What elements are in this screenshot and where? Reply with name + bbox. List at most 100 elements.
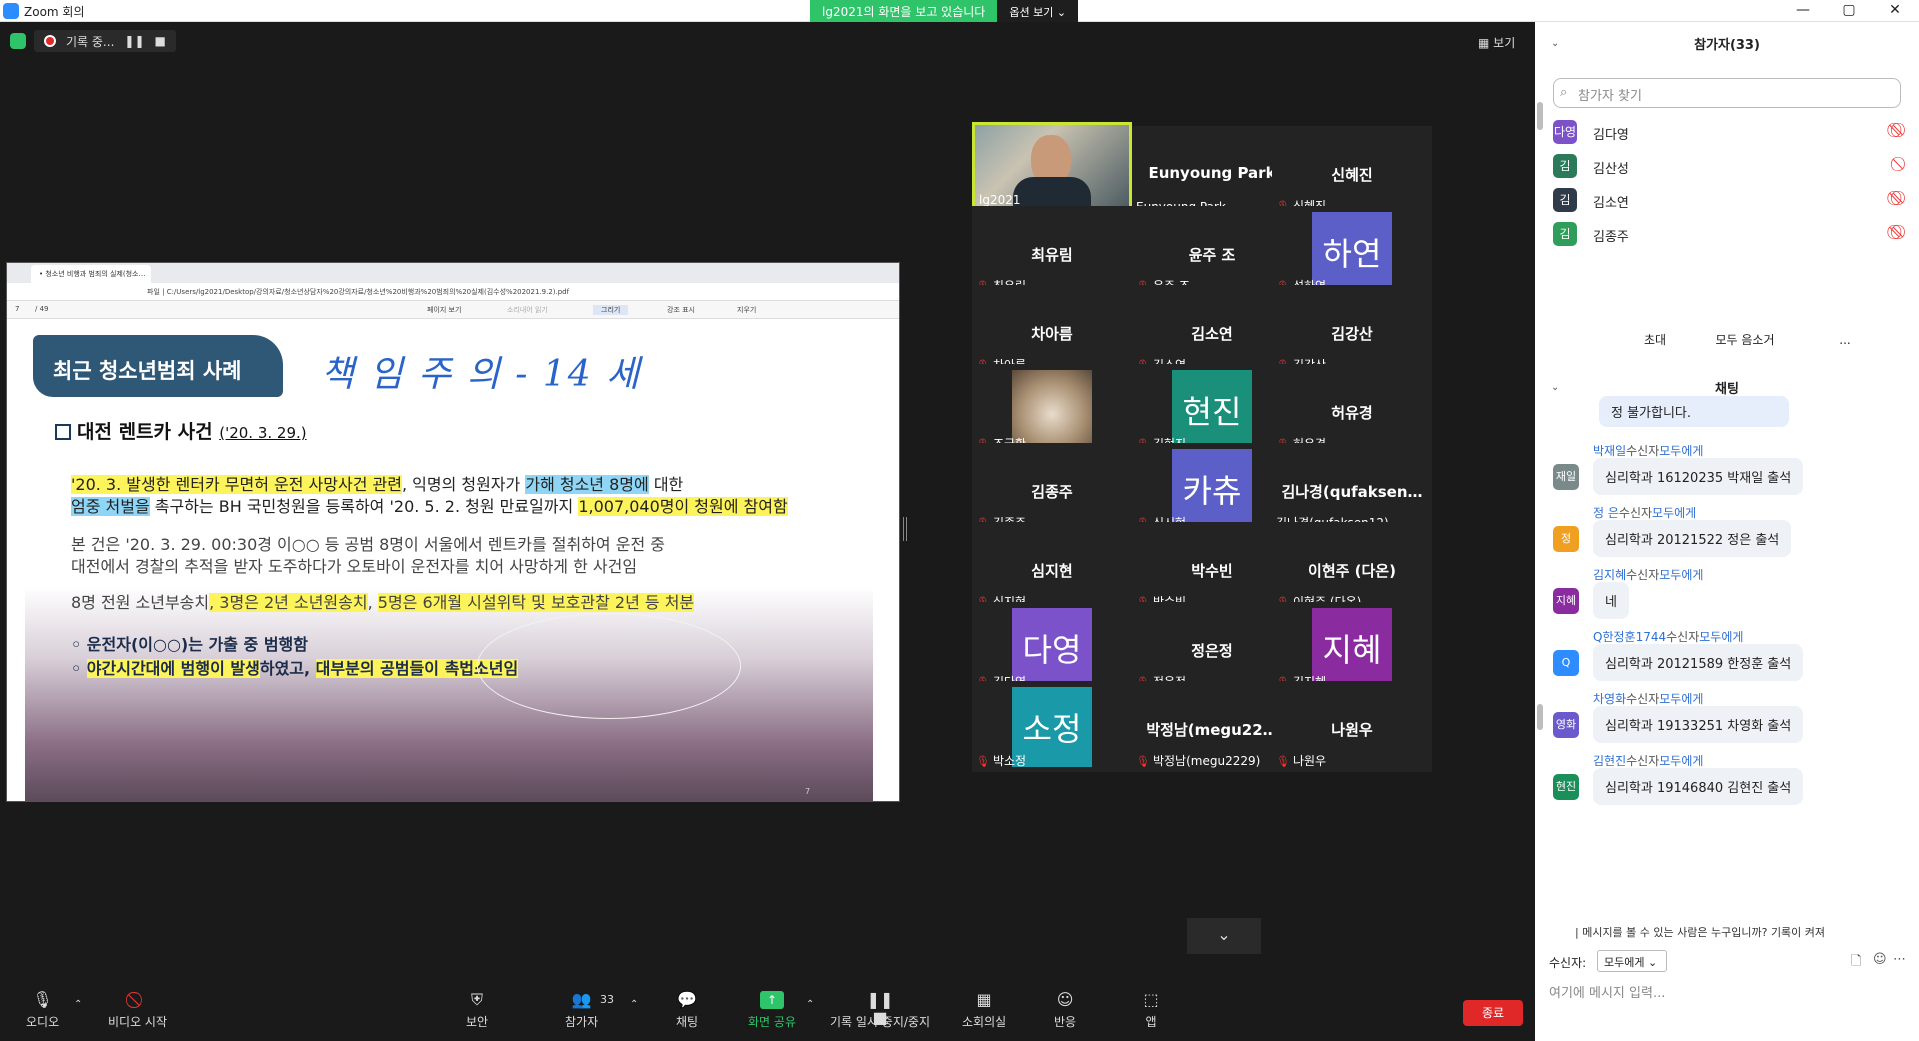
audio-button[interactable]: 🎙 오디오 [26,991,59,1030]
highlight-text: '20. 3. 발생한 렌터카 무면허 운전 사망사건 관련 [71,475,402,494]
meeting-status: 기록 중... ❚❚ ■ [10,30,176,52]
video-tile[interactable]: 나원우 🎙 나원우 [1272,681,1432,772]
plain-text: 하였고, [259,659,316,678]
participants-scrollbar[interactable] [1537,102,1543,130]
muted-mic-icon: 🎙 [976,755,990,768]
video-tile[interactable]: Eunyoung ParkEunyoung Park [1132,126,1292,217]
chat-visibility-info[interactable]: | 메시지를 볼 수 있는 사람은 누구입니까? 기록이 켜져 [1575,924,1825,940]
maximize-button[interactable]: ▢ [1826,0,1872,22]
share-screen-button[interactable]: ↑ 화면 공유 [748,991,796,1030]
chat-message-input[interactable]: 여기에 메시지 입력... [1549,982,1665,1001]
video-tile[interactable]: 다영🎙김다영 [972,602,1132,693]
tile-label-text: 박정남(megu2229) [1152,754,1261,768]
browser-tab[interactable]: • 청소년 비행과 범죄의 실제(청소… [31,265,151,283]
participants-button[interactable]: 👥 참가자 [565,991,598,1030]
pdf-tool-draw[interactable]: 그리기 [593,305,629,315]
chat-more-icon[interactable]: ⋯ [1893,952,1906,967]
mic-video-off-icon[interactable]: ⃠ ⃠ [1898,190,1902,206]
bullet-marker: ◦ [71,659,87,678]
tile-display-name: 김소연 [1191,325,1233,343]
share-screen-icon: ↑ [759,991,784,1009]
pdf-tool-read-aloud[interactable]: 소리내어 읽기 [507,305,548,315]
zoom-logo-icon [3,3,19,19]
invite-button[interactable]: 초대 [1631,328,1679,352]
video-tile[interactable]: 김나경(qufaksen…김나경(qufaksen12) [1272,443,1432,534]
breakout-rooms-button[interactable]: ▦ 소회의실 [962,991,1006,1030]
video-tile[interactable]: 차아름🎙차아름 [972,285,1132,376]
tile-display-name: 윤주 조 [1188,246,1236,264]
video-tile[interactable]: 김강산🎙김강산 [1272,285,1432,376]
video-tile[interactable]: 지혜🎙김지혜 [1272,602,1432,693]
tile-name-label: 🎙 박소정 [976,752,1026,769]
highlight-text: , 3명은 2년 소년원송치 [209,593,368,612]
reactions-button[interactable]: ☺ 반응 [1054,991,1076,1030]
participant-row[interactable]: 김김산성⃠ [1553,150,1901,184]
participant-row[interactable]: 김 김소연⃠ ⃠ [1553,184,1901,218]
view-options-button[interactable]: 옵션 보기 ⌄ [997,0,1079,22]
record-control-button[interactable]: ❚❚ ■ 기록 일시 중지/중지 [830,991,930,1030]
breakout-grid-icon: ▦ [976,990,992,1009]
participants-more-button[interactable]: ... [1831,328,1859,352]
share-options-caret[interactable]: ⌃ [806,999,814,1010]
resize-handle[interactable] [903,517,907,541]
video-tile[interactable]: 최유림🎙최유림 [972,206,1132,297]
participant-row[interactable]: 김 김종주⃠ ⃠ [1553,218,1901,252]
minimize-button[interactable]: — [1780,0,1826,22]
video-tile[interactable]: 🎙조국환 [972,364,1132,455]
video-tile[interactable]: 허유경🎙허유경 [1272,364,1432,455]
record-control-label: 기록 일시 중지/중지 [830,1015,930,1029]
mic-video-off-icon[interactable]: ⃠ ⃠ [1898,122,1902,138]
start-video-button[interactable]: ⃠ 비디오 시작 [108,991,167,1030]
pdf-tool-page-view[interactable]: 페이지 보기 [427,305,461,315]
video-tile[interactable]: 카츄🎙신시현 [1132,443,1292,534]
video-tile[interactable]: lg2021 [972,122,1132,213]
pdf-tool-highlight[interactable]: 강조 표시 [667,305,695,315]
address-bar[interactable]: 파일 | C:/Users/lg2021/Desktop/강의자료/청소년상담자… [7,283,899,301]
video-tile[interactable]: 이현주 (다온)🎙이현주 (다온) [1272,522,1432,613]
chat-scrollbar[interactable] [1537,704,1543,730]
video-tile[interactable]: 윤주 조🎙윤주 조 [1132,206,1292,297]
participant-name: 김종주 [1593,230,1629,245]
share-banner: lg2021의 화면을 보고 있습니다 옵션 보기 ⌄ [810,0,1079,22]
close-button[interactable]: ✕ [1872,0,1918,22]
to-everyone: 모두에게 [1659,692,1704,706]
chat-button[interactable]: 💬 채팅 [676,991,698,1030]
shared-screen[interactable]: • 청소년 비행과 범죄의 실제(청소… 파일 | C:/Users/lg202… [6,262,900,802]
video-tile[interactable]: 박정남(megu22… 🎙 박정남(megu2229) [1132,681,1292,772]
security-button[interactable]: ⛨ 보안 [466,991,488,1030]
end-meeting-button[interactable]: 종료 [1463,1000,1523,1026]
more-participants-button[interactable]: ⌄ [1187,918,1261,954]
pdf-page-number[interactable]: 7 [15,305,19,313]
participant-search-input[interactable]: ⌕ 참가자 찾기 [1553,78,1901,108]
mic-video-off-icon[interactable]: ⃠ ⃠ [1898,224,1902,240]
video-tile[interactable]: 신혜진🎙신혜진 [1272,126,1432,217]
video-tile[interactable]: 하연🎙성하연 [1272,206,1432,297]
video-tile[interactable]: 김종주🎙김종주 [972,443,1132,534]
chat-sender: 김현진수신자모두에게 [1593,752,1703,769]
file-icon[interactable]: 🗋 [1851,952,1861,974]
title-bar: Zoom 회의 lg2021의 화면을 보고 있습니다 옵션 보기 ⌄ — ▢ … [0,0,1919,22]
audio-options-caret[interactable]: ⌃ [74,999,82,1010]
video-tile[interactable]: 심지현🎙심지현 [972,522,1132,613]
pause-stop-icon: ❚❚ ■ [866,990,894,1027]
participant-row[interactable]: 다영 김다영⃠ ⃠ [1553,116,1901,150]
mute-all-button[interactable]: 모두 음소거 [1695,328,1795,352]
pdf-tool-erase[interactable]: 지우기 [737,305,756,315]
recipient-label: 수신자: [1549,956,1587,970]
video-tile[interactable]: 소정 🎙 박소정 [972,681,1132,772]
stop-recording-button[interactable]: ■ [155,34,166,48]
view-button[interactable]: ▦ 보기 [1478,34,1515,51]
pause-recording-button[interactable]: ❚❚ [124,34,144,48]
video-tile[interactable]: 김소연🎙김소연 [1132,285,1292,376]
tile-display-name: 정은정 [1191,642,1233,660]
sender-name: 김현진 [1593,754,1627,768]
apps-button[interactable]: ⬚ 앱 [1140,991,1162,1030]
participants-options-caret[interactable]: ⌃ [630,999,638,1010]
video-tile[interactable]: 정은정🎙정은정 [1132,602,1292,693]
to-label: 수신자 [1666,630,1700,644]
video-tile[interactable]: 현진🎙김현진 [1132,364,1292,455]
emoji-icon[interactable]: ☺ [1873,952,1887,967]
video-tile[interactable]: 박수빈🎙박수빈 [1132,522,1292,613]
recipient-select[interactable]: 모두에게 ⌄ [1597,950,1667,972]
participant-name: 김다영 [1593,128,1629,143]
